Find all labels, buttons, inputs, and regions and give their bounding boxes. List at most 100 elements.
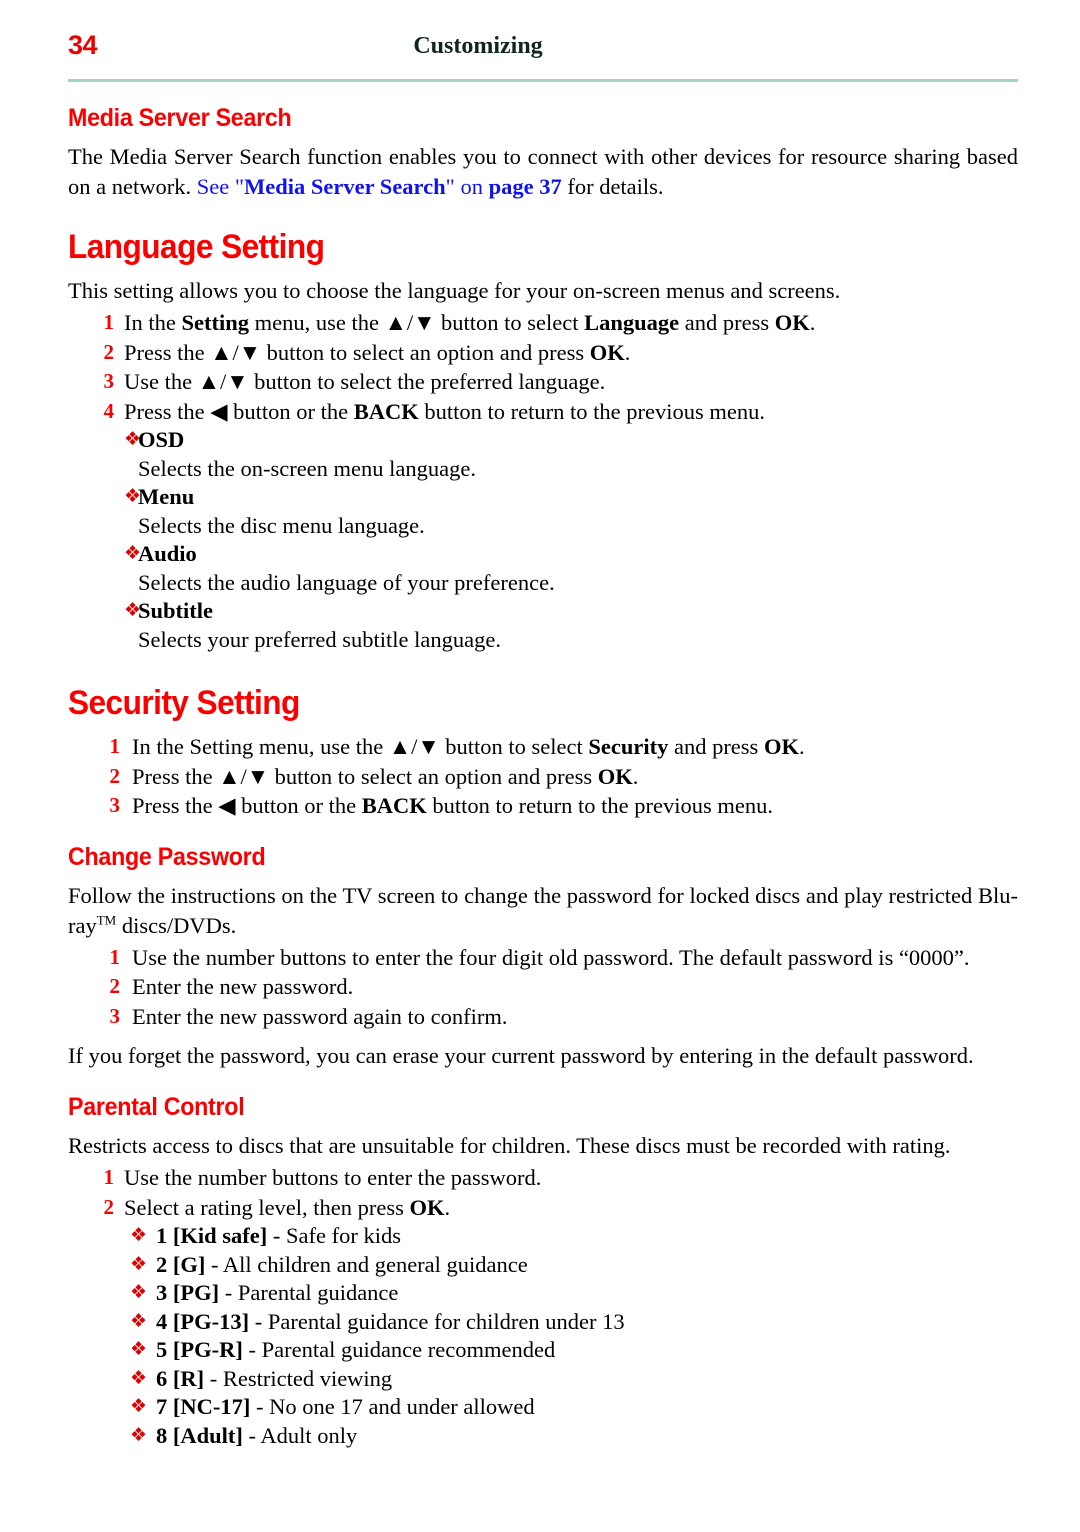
diamond-bullet-icon: ❖ — [130, 1309, 148, 1332]
rating-description: - Parental guidance — [219, 1280, 399, 1305]
step-text-tail: . — [444, 1194, 451, 1220]
option-term: Menu — [138, 484, 195, 509]
rating-label: 1 [Kid safe] — [156, 1223, 268, 1248]
list-language-options: ❖ OSD Selects the on-screen menu language… — [68, 426, 1018, 654]
diamond-bullet-icon: ❖ — [124, 428, 142, 450]
step-item: 1 In the Setting menu, use the ▲/▼ button… — [68, 308, 1018, 338]
step-item: 2 Press the ▲/▼ button to select an optio… — [68, 762, 1018, 792]
steps-security-setting: 1 In the Setting menu, use the ▲/▼ button… — [68, 732, 1018, 821]
running-header: 34 Customizing — [68, 30, 1018, 74]
option-term: Audio — [138, 541, 197, 566]
rating-label: 3 [PG] — [156, 1280, 220, 1305]
diamond-bullet-icon: ❖ — [124, 599, 142, 621]
xref-page: page 37 — [488, 174, 562, 199]
rating-description: - Parental guidance recommended — [242, 1337, 556, 1362]
step-text-pre: In the Setting menu, use the ▲/▼ button … — [132, 734, 589, 759]
heading-change-password: Change Password — [68, 842, 266, 871]
step-text-pre: Use the ▲/▼ button to select the preferr… — [124, 369, 606, 394]
step-item: 1 In the Setting menu, use the ▲/▼ button… — [68, 732, 1018, 762]
step-text-mid: menu, use the ▲/▼ button to select — [248, 310, 585, 335]
step-text-pre: Press the ▲/▼ button to select an option… — [124, 339, 590, 365]
rating-description: - Safe for kids — [267, 1223, 401, 1248]
rating-description: - Adult only — [242, 1422, 358, 1448]
heading-language-setting: Language Setting — [68, 228, 325, 266]
cross-reference[interactable]: See "Media Server Search" on page 37 — [197, 174, 562, 199]
list-item: ❖ 5 [PG-R] - Parental guidance recommende… — [68, 1336, 1018, 1365]
step-number: 2 — [109, 974, 121, 998]
step-text-tail: . — [624, 339, 631, 365]
rating-description: - No one 17 and under allowed — [250, 1394, 535, 1419]
step-number: 1 — [103, 310, 115, 334]
diamond-bullet-icon: ❖ — [130, 1338, 148, 1360]
step-text-mid: button to return to the previous menu. — [426, 793, 773, 818]
step-text-pre: In the — [124, 310, 182, 335]
xref-tail: for details. — [561, 174, 664, 199]
step-item: 3 Press the ◀ button or the BACK button t… — [68, 791, 1018, 821]
steps-parental-control: 1 Use the number buttons to enter the pas… — [68, 1163, 1018, 1222]
step-number: 2 — [109, 763, 121, 788]
list-item: ❖ Menu Selects the disc menu language. — [68, 483, 1018, 540]
list-item: ❖ Subtitle Selects your preferred subtitl… — [68, 597, 1018, 654]
step-number: 2 — [103, 1194, 115, 1219]
paragraph-parental-control-intro: Restricts access to discs that are unsui… — [68, 1133, 951, 1158]
heading-parental-control: Parental Control — [68, 1093, 245, 1121]
diamond-bullet-icon: ❖ — [130, 1224, 148, 1246]
step-number: 1 — [109, 944, 121, 969]
diamond-bullet-icon: ❖ — [124, 542, 142, 564]
paragraph-change-password-intro: Follow the instructions on the TV screen… — [68, 881, 1018, 941]
step-text-pre: Press the ◀ button or the — [124, 398, 354, 424]
step-number: 4 — [103, 398, 115, 423]
step-text-pre: Press the ▲/▼ button to select an option… — [132, 763, 598, 789]
list-item: ❖ 2 [G] - All children and general guidan… — [68, 1251, 1018, 1280]
step-number: 2 — [103, 339, 115, 364]
option-term: Subtitle — [138, 598, 214, 623]
step-emphasis-2: Language — [584, 310, 680, 335]
step-emphasis-1: OK — [589, 339, 625, 365]
step-item: 2 Press the ▲/▼ button to select an optio… — [68, 338, 1018, 368]
option-term: OSD — [138, 427, 185, 452]
option-description: Selects the disc menu language. — [138, 513, 425, 538]
step-emphasis-3: OK — [774, 310, 810, 335]
rating-label: 2 [G] — [156, 1251, 206, 1277]
manual-page: 34 Customizing Media Server Search The M… — [0, 0, 1080, 1532]
step-text: Enter the new password. — [132, 974, 354, 999]
diamond-bullet-icon: ❖ — [130, 1423, 148, 1446]
running-header-title: Customizing — [413, 33, 543, 59]
diamond-bullet-icon: ❖ — [130, 1281, 148, 1303]
step-text-tail: . — [809, 310, 816, 335]
step-text-pre: Press the ◀ button or the — [132, 793, 362, 818]
step-number: 3 — [103, 369, 115, 393]
step-emphasis-2: OK — [763, 734, 799, 759]
rating-description: - Restricted viewing — [204, 1365, 393, 1391]
step-emphasis-1: BACK — [361, 793, 427, 818]
step-text-tail: . — [632, 763, 639, 789]
step-text-mid: and press — [668, 734, 764, 759]
step-number: 3 — [109, 1003, 121, 1028]
paragraph-change-password-outro: If you forget the password, you can eras… — [68, 1043, 974, 1068]
list-rating-levels: ❖ 1 [Kid safe] - Safe for kids ❖ 2 [G] - A… — [68, 1222, 1018, 1450]
paragraph-media-server-search: The Media Server Search function enables… — [68, 142, 1018, 202]
step-item: 2 Select a rating level, then press OK. — [68, 1193, 1018, 1223]
step-text: Use the number buttons to enter the four… — [132, 944, 970, 970]
trademark-symbol: TM — [96, 912, 117, 927]
heading-media-server-search: Media Server Search — [68, 104, 292, 132]
list-item: ❖ 8 [Adult] - Adult only — [68, 1422, 1018, 1451]
step-text-tail: . — [798, 734, 805, 759]
step-emphasis-1: OK — [597, 763, 633, 789]
rating-label: 4 [PG-13] — [156, 1308, 250, 1334]
step-text: Enter the new password again to confirm. — [132, 1003, 508, 1029]
heading-security-setting: Security Setting — [68, 684, 300, 722]
rating-label: 7 [NC-17] — [156, 1394, 251, 1419]
step-item: 2 Enter the new password. — [68, 972, 1018, 1002]
step-item: 4 Press the ◀ button or the BACK button t… — [68, 397, 1018, 427]
step-text-mid: button to return to the previous menu. — [418, 398, 765, 424]
paragraph-language-setting-intro: This setting allows you to choose the la… — [68, 278, 841, 303]
step-number: 3 — [109, 793, 121, 817]
rating-label: 8 [Adult] — [156, 1422, 243, 1448]
rating-description: - Parental guidance for children under 1… — [249, 1308, 625, 1334]
xref-on: on — [460, 174, 489, 199]
step-emphasis-1: Security — [588, 734, 669, 759]
step-text-pre: Use the number buttons to enter the pass… — [124, 1165, 542, 1190]
diamond-bullet-icon: ❖ — [130, 1366, 148, 1389]
